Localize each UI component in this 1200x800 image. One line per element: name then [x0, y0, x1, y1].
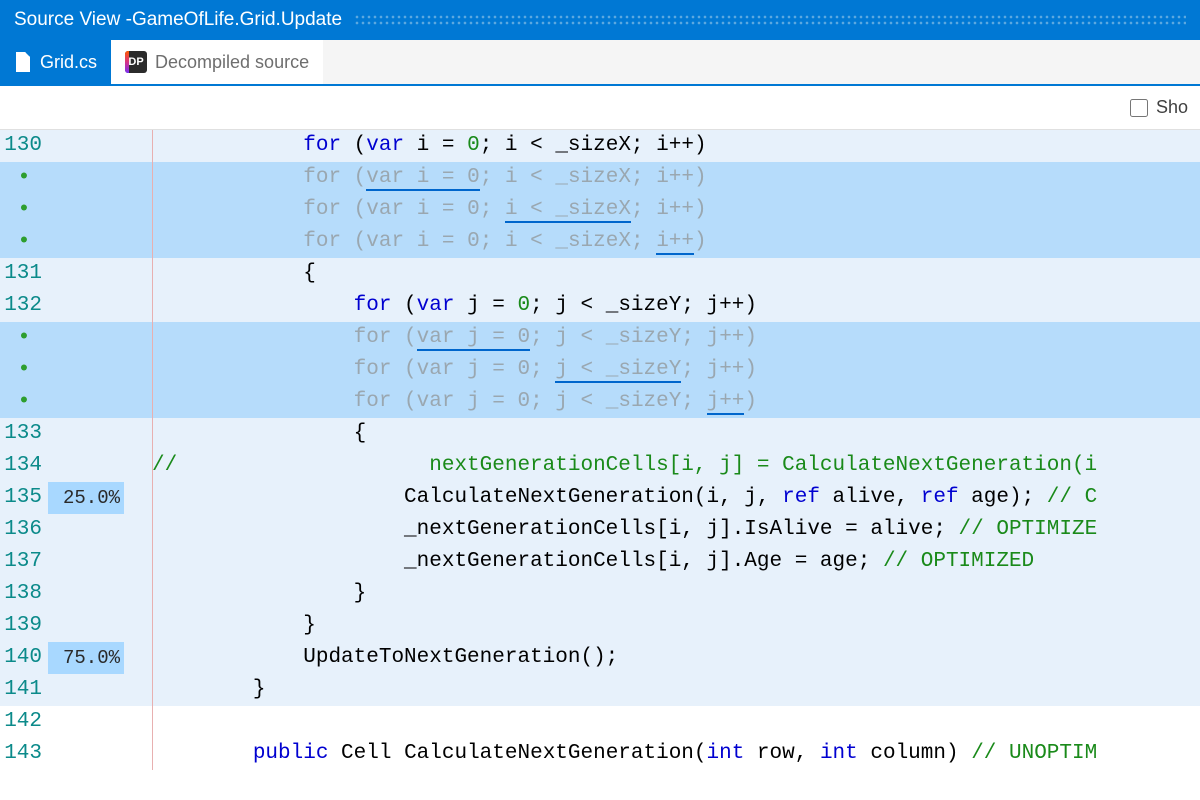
margin-rule	[152, 130, 153, 770]
show-checkbox-label: Sho	[1156, 97, 1188, 118]
tab-grid-cs[interactable]: Grid.cs	[0, 40, 111, 84]
dotpeek-icon: DP	[125, 51, 147, 73]
title-path: GameOfLife.Grid.Update	[132, 9, 342, 31]
code-editor[interactable]: 130 for (var i = 0; i < _sizeX; i++) • f…	[0, 130, 1200, 770]
show-checkbox-input[interactable]	[1130, 99, 1148, 117]
titlebar-grip[interactable]	[354, 14, 1186, 27]
line-number: 130	[0, 130, 48, 162]
toolbar: Sho	[0, 86, 1200, 130]
comment-line[interactable]: // nextGenerationCells[i, j] = Calculate…	[152, 450, 1200, 482]
show-checkbox[interactable]: Sho	[1130, 97, 1188, 118]
tab-label: Grid.cs	[40, 52, 97, 73]
tab-label: Decompiled source	[155, 52, 309, 73]
tab-decompiled[interactable]: DP Decompiled source	[111, 40, 323, 84]
percent-value: 25.0%	[48, 482, 124, 514]
code-line-expansion: • for (var i = 0; i < _sizeX; i++)	[0, 194, 1200, 226]
tab-bar: Grid.cs DP Decompiled source	[0, 40, 1200, 86]
code-line-expansion: • for (var i = 0; i < _sizeX; i++)	[0, 162, 1200, 194]
percent-value: 75.0%	[48, 642, 124, 674]
file-icon	[14, 52, 32, 72]
window-titlebar: Source View - GameOfLife.Grid.Update	[0, 0, 1200, 40]
title-prefix: Source View -	[14, 9, 132, 31]
code-line: 130 for (var i = 0; i < _sizeX; i++)	[0, 130, 1200, 162]
code-line-expansion: • for (var i = 0; i < _sizeX; i++)	[0, 226, 1200, 258]
expansion-dot: •	[0, 162, 48, 194]
